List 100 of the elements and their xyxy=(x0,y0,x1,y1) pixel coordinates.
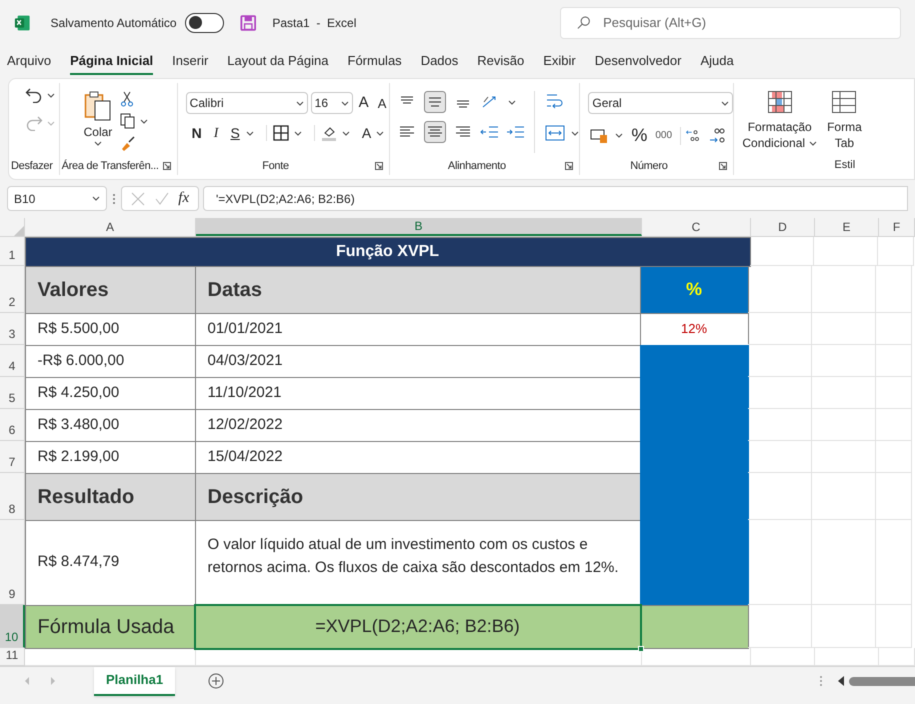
shrink-font-button[interactable]: A xyxy=(374,94,390,113)
grow-font-button[interactable]: A xyxy=(356,92,372,114)
name-box[interactable]: B10 xyxy=(7,186,107,211)
vertical-align-button[interactable] xyxy=(424,91,446,113)
format-painter-icon[interactable] xyxy=(120,135,136,151)
menu-tab[interactable]: Exibir xyxy=(543,50,576,75)
search-field[interactable]: Pesquisar (Alt+G) xyxy=(560,6,902,38)
grid-cell xyxy=(750,237,814,266)
autosave-label: Salvamento Automático xyxy=(50,14,177,32)
grid-cell xyxy=(812,266,876,313)
caret-icon xyxy=(47,120,55,126)
add-sheet-icon[interactable] xyxy=(208,673,224,689)
column-header[interactable]: D xyxy=(751,218,815,236)
grid-cell xyxy=(878,237,914,266)
search-icon xyxy=(577,15,592,30)
caret-icon xyxy=(721,100,730,106)
italic-button[interactable]: I xyxy=(214,122,218,144)
row-header[interactable]: 4 xyxy=(0,345,25,377)
merge-center-icon[interactable] xyxy=(545,125,566,141)
menu-tab[interactable]: Ajuda xyxy=(700,50,734,75)
scissors-icon[interactable] xyxy=(120,91,134,107)
undo-icon[interactable] xyxy=(25,87,43,103)
menu-tab[interactable]: Página Inicial xyxy=(70,50,154,75)
caret-icon xyxy=(47,92,55,98)
sheet-tab[interactable]: Planilha1 xyxy=(94,666,176,696)
column-header[interactable]: C xyxy=(642,218,751,236)
increase-indent-icon[interactable] xyxy=(506,124,526,140)
horizontal-scrollbar[interactable] xyxy=(849,676,915,686)
menu-tab[interactable]: Inserir xyxy=(172,50,208,75)
row-header[interactable]: 11 xyxy=(0,648,25,666)
row-header[interactable]: 3 xyxy=(0,313,25,345)
font-name-dropdown[interactable]: Calibri xyxy=(186,92,308,114)
menu-tab[interactable]: Layout da Página xyxy=(227,50,328,75)
search-input[interactable]: Pesquisar (Alt+G) xyxy=(603,12,884,32)
dialog-launcher-icon[interactable] xyxy=(719,162,728,170)
group-label: Estil xyxy=(834,159,856,171)
caret-icon xyxy=(342,130,350,136)
dialog-launcher-icon[interactable] xyxy=(162,162,171,170)
group-label: Número xyxy=(629,158,669,174)
more-options-icon[interactable] xyxy=(819,675,823,687)
row-header[interactable]: 10 xyxy=(0,605,25,648)
scroll-left-icon[interactable] xyxy=(837,676,845,686)
fill-color-icon[interactable] xyxy=(320,125,337,141)
row-header[interactable]: 1 xyxy=(0,237,25,266)
header-cell: Datas xyxy=(194,266,640,314)
increase-decimal-icon[interactable] xyxy=(680,126,700,144)
bold-button[interactable]: N xyxy=(192,122,202,144)
format-as-table-button[interactable]: Forma Tab xyxy=(827,91,862,157)
autosave-toggle[interactable] xyxy=(184,12,224,32)
grid-cell xyxy=(812,313,876,345)
grid-cell xyxy=(748,377,812,409)
thousands-separator-button[interactable]: 000 xyxy=(655,128,672,143)
dialog-launcher-icon[interactable] xyxy=(375,162,384,170)
grid-cell xyxy=(748,313,812,345)
caret-icon xyxy=(140,118,148,124)
grid-cell xyxy=(876,605,912,648)
font-size-dropdown[interactable]: 16 xyxy=(310,92,353,114)
column-header[interactable]: E xyxy=(815,218,879,236)
row-header[interactable]: 5 xyxy=(0,377,25,409)
grid-cell xyxy=(748,345,812,377)
menu-tab[interactable]: Dados xyxy=(420,50,458,75)
decrease-indent-icon[interactable] xyxy=(480,124,500,140)
check-icon[interactable] xyxy=(154,192,169,206)
grid-cell xyxy=(876,377,912,409)
grid-cell xyxy=(876,266,912,313)
grid-cell xyxy=(876,409,912,441)
table-cell: Fórmula Usada xyxy=(24,604,196,648)
percent-button[interactable]: % xyxy=(631,122,648,149)
more-options-icon[interactable] xyxy=(111,192,117,204)
underline-button[interactable]: S xyxy=(230,122,240,144)
column-header[interactable]: B xyxy=(196,218,642,236)
row-header[interactable]: 9 xyxy=(0,520,25,605)
borders-icon[interactable] xyxy=(272,125,289,141)
number-format-dropdown[interactable]: Geral xyxy=(588,92,734,114)
menu-tab[interactable]: Desenvolvedor xyxy=(594,50,682,75)
menu-tab[interactable]: Revisão xyxy=(477,50,524,75)
row-header[interactable]: 6 xyxy=(0,409,25,441)
row-header[interactable]: 7 xyxy=(0,441,25,473)
grid-cell xyxy=(748,409,812,441)
menu-tab[interactable]: Fórmulas xyxy=(348,50,402,75)
caret-icon xyxy=(246,130,254,136)
column-header[interactable]: F xyxy=(879,218,915,236)
row-header[interactable]: 8 xyxy=(0,473,25,520)
insert-function-button[interactable]: fx xyxy=(178,187,190,210)
conditional-formatting-button[interactable]: Formatação Condicional xyxy=(742,91,818,157)
grid-cell xyxy=(748,441,812,473)
paste-button[interactable]: Colar xyxy=(84,91,112,141)
copy-icon[interactable] xyxy=(120,113,136,129)
decrease-decimal-icon[interactable] xyxy=(708,126,726,144)
dialog-launcher-icon[interactable] xyxy=(565,162,574,170)
formula-input[interactable]: '=XVPL(D2;A2:A6; B2:B6) xyxy=(203,186,908,211)
menu-tab[interactable]: Arquivo xyxy=(7,50,52,75)
row-header[interactable]: 2 xyxy=(0,266,25,313)
document-title: Pasta1 - Excel xyxy=(272,14,356,32)
group-label: Desfazer xyxy=(11,158,53,174)
grid-cell xyxy=(812,473,876,520)
font-color-button[interactable]: A xyxy=(362,122,372,144)
save-icon[interactable] xyxy=(240,14,256,32)
horizontal-align-button[interactable] xyxy=(424,121,446,143)
header-cell: Resultado xyxy=(24,472,196,520)
